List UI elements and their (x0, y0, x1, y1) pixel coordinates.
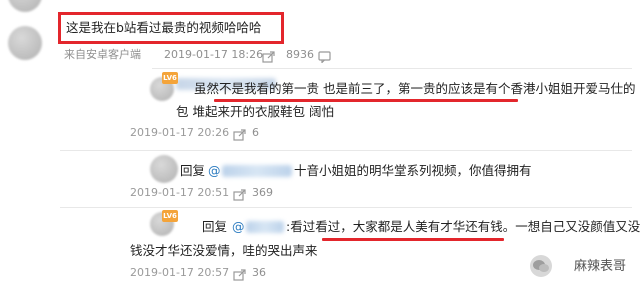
comment-text-line2: 包 堆起来开的衣服鞋包 阔怕 (176, 104, 334, 119)
share-icon[interactable] (262, 48, 275, 63)
like-count: 6 (252, 126, 259, 139)
comment-text-line1: :看过看过，大家都是人美有才华还有钱。一想自己又没颜值又没 (286, 219, 640, 234)
mention-at[interactable]: @ (208, 160, 221, 181)
reply-label[interactable]: 回复 (202, 216, 227, 237)
divider (60, 150, 632, 151)
share-icon[interactable] (233, 186, 246, 201)
like-count: 369 (252, 186, 273, 199)
comment-text-line2: 钱没才华还没爱情，哇的哭出声来 (130, 243, 318, 258)
avatar[interactable] (150, 155, 178, 183)
highlight-underline (322, 238, 504, 241)
avatar[interactable] (8, 0, 42, 12)
comment-text: 十音小姐姐的明华堂系列视频，你值得拥有 (294, 163, 532, 178)
divider (152, 68, 632, 69)
watermark-text: 麻辣表哥 (573, 259, 626, 274)
comment-text: 这是我在b站看过最贵的视频哈哈哈 (66, 20, 262, 35)
comment-date: 2019-01-17 20:57 (130, 266, 230, 279)
divider (60, 207, 632, 208)
comment-icon[interactable] (318, 48, 331, 64)
share-count: 8936 (286, 48, 314, 61)
wechat-icon (530, 255, 552, 277)
like-count: 36 (252, 266, 266, 279)
avatar[interactable] (8, 26, 42, 60)
comment-text-line1: 虽然不是我看的第一贵 也是前三了，第一贵的应该是有个香港小姐姐开爱马仕的 (194, 81, 636, 96)
level-badge: LV6 (162, 210, 178, 222)
comment-date: 2019-01-17 20:26 (130, 126, 230, 139)
level-badge: LV6 (162, 72, 178, 84)
share-icon[interactable] (233, 266, 246, 281)
mention-username-blurred[interactable] (246, 221, 284, 233)
comment-source: 来自安卓客户端 (64, 48, 141, 61)
comment-date: 2019-01-17 18:26 (164, 48, 264, 61)
mention-username-blurred[interactable] (222, 165, 292, 177)
mention-at[interactable]: @ (232, 216, 245, 237)
comment-date: 2019-01-17 20:51 (130, 186, 230, 199)
reply-label[interactable]: 回复 (180, 160, 205, 181)
share-icon[interactable] (233, 126, 246, 141)
